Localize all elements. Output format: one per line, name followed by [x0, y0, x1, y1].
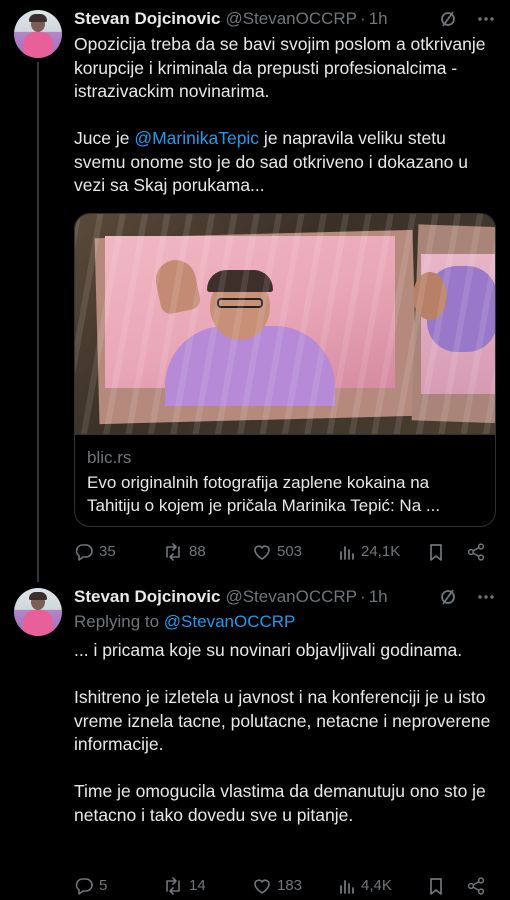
bookmark-icon [426, 542, 446, 562]
replying-to-label: Replying to [74, 612, 160, 631]
grok-icon[interactable] [438, 587, 458, 607]
tweet-text: ... i pricama koje su novinari objavljiv… [74, 639, 496, 827]
tweet-header: Stevan Dojcinovic @StevanOCCRP · 1h [74, 586, 496, 608]
share-icon [466, 876, 486, 896]
author-handle[interactable]: @StevanOCCRP [225, 9, 357, 29]
grok-icon[interactable] [438, 9, 458, 29]
like-button[interactable]: 183 [252, 874, 302, 898]
bookmark-icon [426, 876, 446, 896]
author-name[interactable]: Stevan Dojcinovic [74, 9, 220, 29]
mention-link[interactable]: @MarinikaTepic [134, 128, 259, 148]
like-icon [252, 876, 272, 896]
link-card-meta[interactable]: blic.rs Evo originalnih fotografija zapl… [75, 434, 495, 526]
repost-icon [162, 876, 184, 896]
like-count: 183 [277, 877, 303, 894]
tweet-header: Stevan Dojcinovic @StevanOCCRP · 1h [74, 8, 496, 30]
share-button[interactable] [466, 874, 486, 898]
reply-icon [74, 876, 94, 896]
views-button[interactable]: 4,4K [338, 874, 392, 898]
repost-count: 14 [189, 877, 206, 894]
link-title: Evo originalnih fotografija zaplene koka… [87, 473, 441, 515]
like-icon [252, 542, 272, 562]
more-icon[interactable] [476, 587, 496, 607]
tweet[interactable]: Stevan Dojcinovic @StevanOCCRP · 1h Repl… [0, 580, 510, 900]
avatar[interactable] [14, 588, 62, 636]
paragraph: Time je omogucila vlastima da demanutuju… [74, 781, 486, 825]
action-bar: 5 14 183 4,4K [74, 874, 496, 898]
tweet-time[interactable]: 1h [369, 587, 388, 607]
replying-to: Replying to @StevanOCCRP [74, 610, 496, 633]
paragraph: Opozicija treba da se bavi svojim poslom… [74, 34, 486, 101]
link-domain: blic.rs [87, 448, 132, 467]
separator-dot: · [360, 9, 366, 28]
paragraph: Ishitreno je izletela u javnost i na kon… [74, 687, 491, 754]
like-count: 503 [277, 543, 303, 560]
avatar[interactable] [14, 10, 62, 58]
repost-button[interactable]: 88 [162, 540, 206, 564]
repost-button[interactable]: 14 [162, 874, 206, 898]
paragraph: Juce je @MarinikaTepic je napravila veli… [74, 128, 468, 195]
repost-count: 88 [189, 543, 206, 560]
views-count: 24,1K [361, 543, 401, 560]
reply-button[interactable]: 5 [74, 874, 107, 898]
reply-count: 5 [99, 877, 108, 894]
reply-count: 35 [99, 543, 116, 560]
views-icon [338, 876, 356, 896]
reply-icon [74, 542, 94, 562]
author-handle[interactable]: @StevanOCCRP [225, 587, 357, 607]
share-button[interactable] [466, 540, 486, 564]
action-bar: 35 88 503 24,1K [74, 540, 496, 564]
tweet[interactable]: Stevan Dojcinovic @StevanOCCRP · 1h Opoz… [0, 0, 510, 580]
tweet-time[interactable]: 1h [369, 9, 388, 29]
separator-dot: · [360, 587, 366, 606]
views-icon [338, 542, 356, 562]
views-button[interactable]: 24,1K [338, 540, 400, 564]
bookmark-button[interactable] [426, 540, 446, 564]
reply-button[interactable]: 35 [74, 540, 116, 564]
replying-to-handle[interactable]: @StevanOCCRP [164, 612, 296, 631]
link-card[interactable]: blic.rs Evo originalnih fotografija zapl… [74, 213, 496, 527]
paragraph: ... i pricama koje su novinari objavljiv… [74, 640, 463, 660]
repost-icon [162, 542, 184, 562]
author-name[interactable]: Stevan Dojcinovic [74, 587, 220, 607]
link-card-image[interactable] [75, 214, 495, 434]
views-count: 4,4K [361, 877, 392, 894]
bookmark-button[interactable] [426, 874, 446, 898]
more-icon[interactable] [476, 9, 496, 29]
like-button[interactable]: 503 [252, 540, 302, 564]
tweet-text: Opozicija treba da se bavi svojim poslom… [74, 33, 496, 198]
share-icon [466, 542, 486, 562]
